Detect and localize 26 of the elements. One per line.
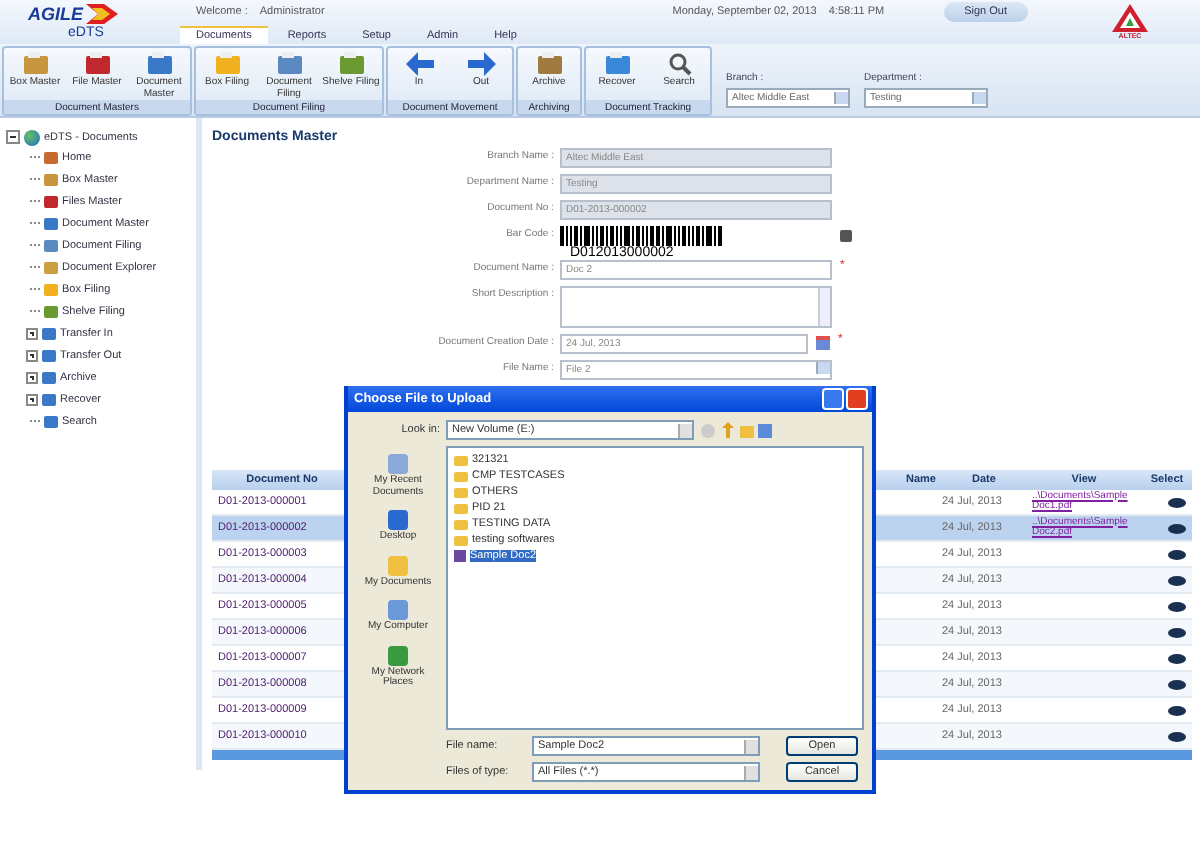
folder-icon — [213, 52, 241, 76]
folder-icon — [603, 52, 631, 76]
expand-toggle[interactable] — [26, 349, 38, 361]
nav-toolbar-icon[interactable] — [700, 421, 772, 439]
arrow-icon — [467, 52, 495, 76]
globe-icon — [24, 129, 40, 145]
help-icon[interactable] — [822, 388, 844, 410]
logo-text: AGILE — [28, 3, 84, 24]
triangle-logo-icon — [1112, 4, 1148, 32]
folder-icon — [21, 52, 49, 76]
folder-icon — [535, 52, 563, 76]
arrow-logo-icon — [85, 3, 118, 24]
expand-toggle[interactable] — [26, 393, 38, 405]
magnifier-icon — [667, 52, 691, 76]
folder-icon — [337, 52, 365, 76]
printer-icon[interactable] — [840, 230, 852, 242]
close-icon[interactable] — [846, 388, 868, 410]
arrow-icon — [405, 52, 433, 76]
collapse-toggle[interactable] — [6, 130, 20, 144]
expand-toggle[interactable] — [26, 327, 38, 339]
folder-icon — [145, 52, 173, 76]
folder-icon — [275, 52, 303, 76]
scrollbar[interactable] — [818, 288, 830, 326]
description-field[interactable] — [560, 286, 832, 328]
folder-icon — [83, 52, 111, 76]
expand-toggle[interactable] — [26, 371, 38, 383]
